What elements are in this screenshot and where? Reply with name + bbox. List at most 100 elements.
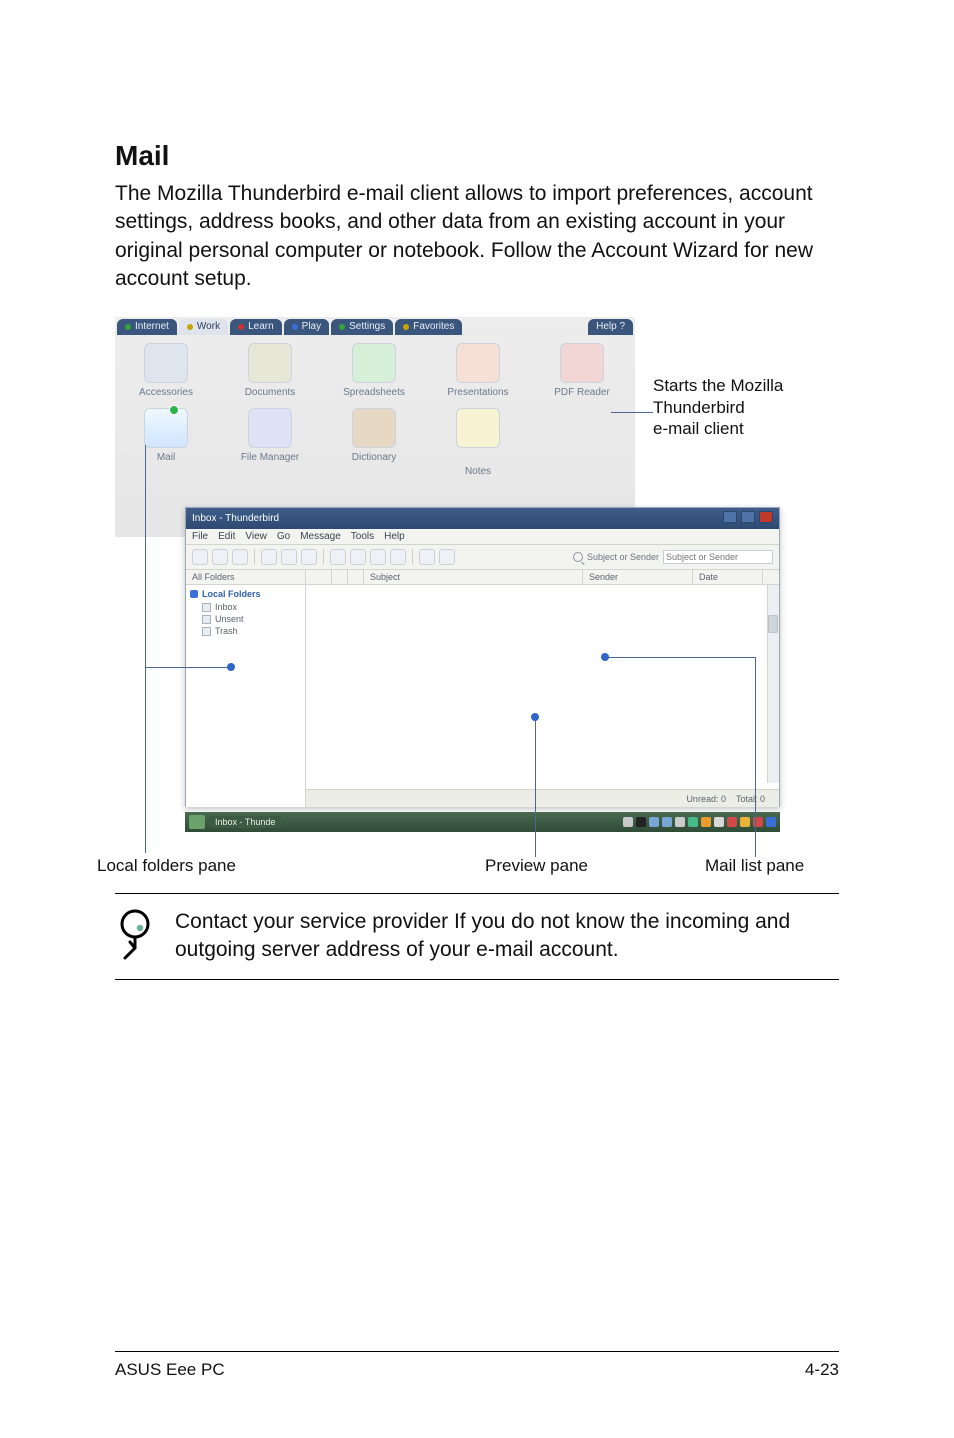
tab-label: Learn (248, 321, 274, 332)
close-button[interactable] (759, 511, 773, 523)
window-buttons (722, 511, 773, 526)
tab-favorites[interactable]: Favorites (395, 319, 462, 335)
leader-line (611, 412, 653, 413)
folder-trash[interactable]: Trash (202, 625, 301, 637)
desktop-icon-mail[interactable]: Mail (123, 408, 209, 477)
dot-icon (125, 324, 131, 330)
icon-label: Dictionary (352, 452, 396, 463)
folders-header[interactable]: Local Folders (190, 589, 301, 599)
tb-titlebar[interactable]: Inbox - Thunderbird (186, 508, 779, 529)
desktop-icon-spreadsheets[interactable]: Spreadsheets (331, 343, 417, 398)
write-icon[interactable] (212, 549, 228, 565)
forward-nav-icon[interactable] (439, 549, 455, 565)
icon-label: PDF Reader (554, 387, 610, 398)
taskbar-task[interactable]: Inbox - Thunde (209, 816, 281, 828)
reply-icon[interactable] (261, 549, 277, 565)
footer-right: 4-23 (805, 1360, 839, 1380)
delete-icon[interactable] (350, 549, 366, 565)
menu-edit[interactable]: Edit (218, 531, 235, 542)
desktop-icon-file-manager[interactable]: File Manager (227, 408, 313, 477)
col-date[interactable]: Date (693, 570, 763, 584)
tab-play[interactable]: Play (284, 319, 329, 335)
desktop-icon-presentations[interactable]: Presentations (435, 343, 521, 398)
col-attach-icon[interactable] (348, 570, 364, 584)
tray-icon[interactable] (688, 817, 698, 827)
folder-unsent[interactable]: Unsent (202, 613, 301, 625)
tab-label: Help ? (596, 321, 625, 332)
desktop-tabbar: Internet Work Learn Play Settings Favori… (115, 317, 635, 335)
tb-title-text: Inbox - Thunderbird (192, 513, 279, 524)
menu-go[interactable]: Go (277, 531, 290, 542)
menu-file[interactable]: File (192, 531, 208, 542)
col-thread-icon[interactable] (306, 570, 332, 584)
notification-dot-icon (169, 405, 179, 415)
mail-icon (144, 408, 188, 448)
tray-icon[interactable] (740, 817, 750, 827)
icon-label: Documents (245, 387, 296, 398)
back-icon[interactable] (419, 549, 435, 565)
tray-icon[interactable] (701, 817, 711, 827)
dot-icon (238, 324, 244, 330)
intro-paragraph: The Mozilla Thunderbird e-mail client al… (115, 180, 839, 293)
desktop-icon-accessories[interactable]: Accessories (123, 343, 209, 398)
tab-work[interactable]: Work (179, 319, 228, 335)
tb-folders-pane[interactable]: Local Folders Inbox Unsent Trash (186, 585, 306, 807)
tab-internet[interactable]: Internet (117, 319, 177, 335)
tray-icon[interactable] (675, 817, 685, 827)
folder-inbox[interactable]: Inbox (202, 601, 301, 613)
icon-label: File Manager (241, 452, 299, 463)
col-picker-icon[interactable] (763, 570, 779, 584)
col-folders[interactable]: All Folders (186, 570, 306, 584)
desktop-icon-pdf-reader[interactable]: PDF Reader (539, 343, 625, 398)
status-total: Total: 0 (736, 794, 765, 804)
taskbar: Inbox - Thunde (185, 812, 780, 832)
file-manager-icon (248, 408, 292, 448)
col-sender[interactable]: Sender (583, 570, 693, 584)
scrollbar-thumb[interactable] (768, 615, 778, 633)
forward-icon[interactable] (301, 549, 317, 565)
address-book-icon[interactable] (232, 549, 248, 565)
tb-statusbar: Unread: 0 Total: 0 (306, 789, 779, 807)
pdf-icon (560, 343, 604, 383)
col-subject[interactable]: Subject (364, 570, 583, 584)
tray-icon[interactable] (636, 817, 646, 827)
maximize-button[interactable] (741, 511, 755, 523)
search-input[interactable] (663, 550, 773, 564)
status-unread: Unread: 0 (686, 794, 726, 804)
tab-learn[interactable]: Learn (230, 319, 282, 335)
leader-line (755, 657, 756, 857)
reply-all-icon[interactable] (281, 549, 297, 565)
tb-column-headers: All Folders Subject Sender Date (186, 570, 779, 585)
junk-icon[interactable] (370, 549, 386, 565)
col-star-icon[interactable] (332, 570, 348, 584)
menu-help[interactable]: Help (384, 531, 405, 542)
dot-icon (403, 324, 409, 330)
tab-help[interactable]: Help ? (588, 319, 633, 335)
callout-mail-list-pane: Mail list pane (705, 855, 804, 876)
tab-settings[interactable]: Settings (331, 319, 393, 335)
tray-icon[interactable] (662, 817, 672, 827)
spreadsheets-icon (352, 343, 396, 383)
tray-icon[interactable] (623, 817, 633, 827)
note-icon (115, 908, 157, 965)
menu-message[interactable]: Message (300, 531, 341, 542)
menu-tools[interactable]: Tools (351, 531, 374, 542)
tray-icon[interactable] (727, 817, 737, 827)
minimize-button[interactable] (723, 511, 737, 523)
desktop-icon-dictionary[interactable]: Dictionary (331, 408, 417, 477)
separator-icon (254, 549, 255, 565)
search-icon (573, 552, 583, 562)
tag-icon[interactable] (330, 549, 346, 565)
get-mail-icon[interactable] (192, 549, 208, 565)
tray-icon[interactable] (649, 817, 659, 827)
tray-icon[interactable] (766, 817, 776, 827)
start-button-icon[interactable] (189, 815, 205, 829)
print-icon[interactable] (390, 549, 406, 565)
menu-view[interactable]: View (245, 531, 267, 542)
desktop-icon-documents[interactable]: Documents (227, 343, 313, 398)
tray-icon[interactable] (714, 817, 724, 827)
tb-message-list[interactable]: Unread: 0 Total: 0 (306, 585, 779, 807)
search-scope-label[interactable]: Subject or Sender (587, 552, 659, 562)
desktop-icon-notes[interactable]: Notes (435, 408, 521, 477)
dot-icon (339, 324, 345, 330)
